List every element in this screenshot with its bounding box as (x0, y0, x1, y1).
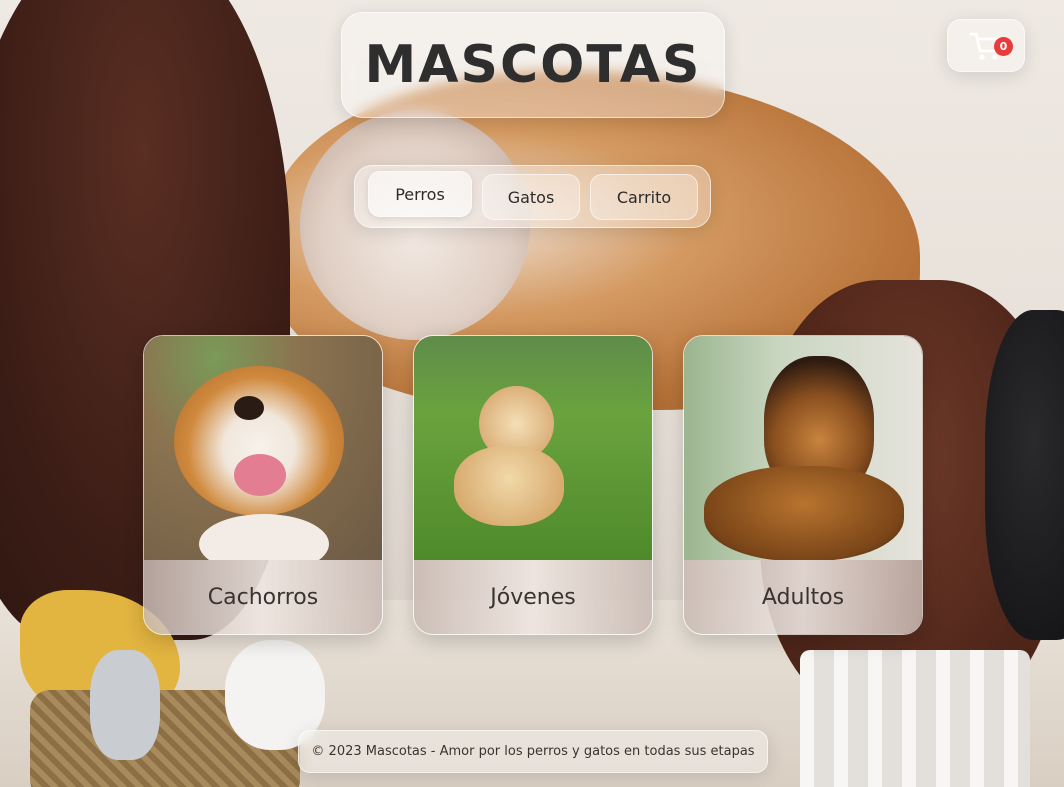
nav-gatos[interactable]: Gatos (482, 174, 580, 220)
page-title: MASCOTAS (364, 35, 702, 95)
footer-text: © 2023 Mascotas - Amor por los perros y … (311, 744, 755, 759)
beagle-puppy-photo (144, 336, 382, 560)
card-adultos[interactable]: Adultos (683, 335, 923, 635)
card-cachorros[interactable]: Cachorros (143, 335, 383, 635)
white-chair (800, 650, 1030, 787)
german-shepherd-photo (684, 336, 922, 560)
title-box: MASCOTAS (341, 12, 725, 118)
cart-button[interactable]: 0 (947, 19, 1025, 72)
cart-count-badge: 0 (994, 37, 1013, 56)
card-label: Jóvenes (414, 560, 652, 634)
card-jovenes[interactable]: Jóvenes (413, 335, 653, 635)
nav-perros[interactable]: Perros (368, 171, 472, 217)
card-label: Cachorros (144, 560, 382, 634)
main-nav: Perros Gatos Carrito (354, 165, 711, 228)
nav-carrito[interactable]: Carrito (590, 174, 698, 220)
card-label: Adultos (684, 560, 922, 634)
golden-retriever-photo (414, 336, 652, 560)
french-bulldog (985, 310, 1064, 640)
footer: © 2023 Mascotas - Amor por los perros y … (298, 730, 768, 773)
bunny-toy (90, 650, 160, 760)
